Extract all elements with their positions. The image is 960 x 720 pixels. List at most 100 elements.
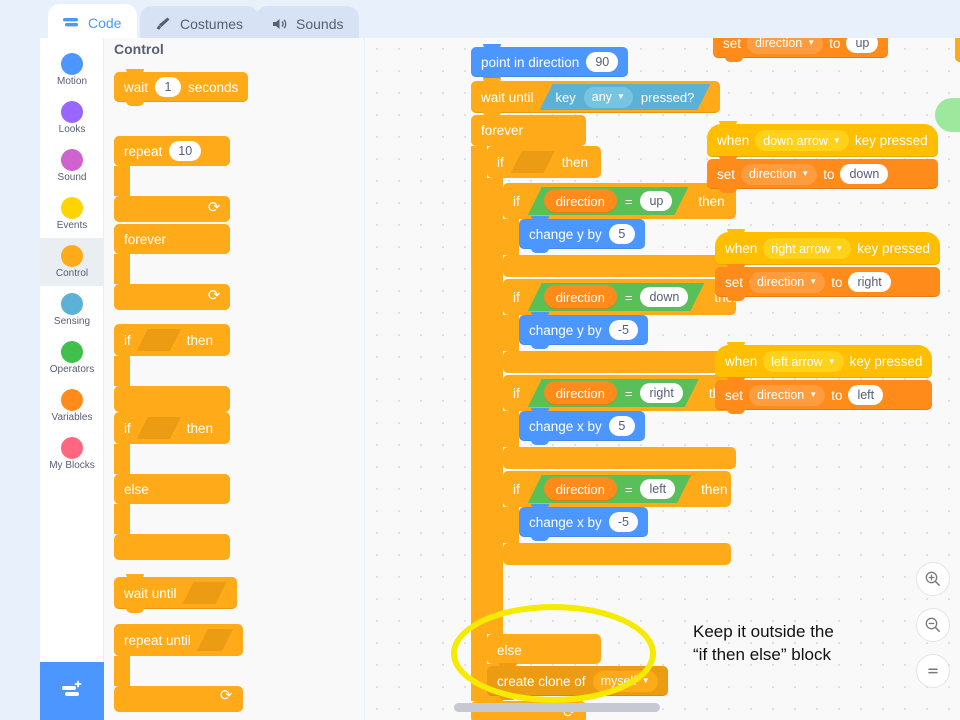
palette-block-if-then-else[interactable]: if then else bbox=[114, 412, 230, 562]
repeat-until-label-row[interactable]: repeat until bbox=[114, 625, 243, 655]
category-operators[interactable]: Operators bbox=[40, 334, 104, 382]
if-down-condition-row[interactable]: if direction = down then bbox=[503, 282, 741, 312]
compare-value-input[interactable]: right bbox=[640, 383, 682, 403]
compare-value-input[interactable]: left bbox=[640, 479, 675, 499]
key-dropdown[interactable]: left arrow ▼ bbox=[763, 351, 844, 372]
set-value-input[interactable]: down bbox=[840, 164, 889, 184]
category-sensing[interactable]: Sensing bbox=[40, 286, 104, 334]
if-label: if bbox=[124, 332, 131, 348]
if-condition-slot[interactable] bbox=[511, 151, 555, 173]
canvas-horizontal-scrollbar[interactable] bbox=[454, 703, 660, 712]
category-looks[interactable]: Looks bbox=[40, 94, 104, 142]
palette-block-wait[interactable]: wait 1 seconds bbox=[114, 69, 249, 106]
block-when-key-pressed-right[interactable]: when right arrow ▼ key pressed bbox=[715, 229, 941, 269]
block-create-clone-of[interactable]: create clone of myself ▼ bbox=[487, 663, 668, 700]
key-dropdown[interactable]: down arrow ▼ bbox=[755, 130, 849, 151]
block-set-direction-right[interactable]: set direction ▼ to right bbox=[715, 264, 941, 301]
block-clipped-right-top[interactable]: w bbox=[955, 38, 960, 62]
script-canvas[interactable]: point in direction 90 wait until key any… bbox=[366, 38, 960, 720]
zoom-reset-button[interactable] bbox=[916, 654, 950, 688]
palette-block-forever[interactable]: forever ⟲ bbox=[114, 224, 230, 314]
chevron-down-icon: ▼ bbox=[832, 135, 841, 145]
block-set-direction-down[interactable]: set direction ▼ to down bbox=[707, 156, 938, 193]
variable-direction[interactable]: direction bbox=[544, 477, 617, 501]
operator-equals-left[interactable]: direction = left bbox=[528, 475, 691, 503]
set-value-input[interactable]: up bbox=[846, 38, 879, 53]
if-condition-slot[interactable] bbox=[137, 417, 181, 439]
add-extension-button[interactable] bbox=[40, 662, 104, 720]
change-y-amount-input[interactable]: -5 bbox=[608, 320, 638, 340]
variable-label: direction bbox=[749, 167, 797, 181]
chevron-down-icon: ▼ bbox=[835, 243, 844, 253]
variable-dropdown[interactable]: direction ▼ bbox=[747, 38, 824, 54]
block-wait-until-key[interactable]: wait until key any ▼ pressed? bbox=[471, 78, 721, 117]
block-point-in-direction[interactable]: point in direction 90 bbox=[471, 44, 629, 81]
set-label: set bbox=[723, 38, 742, 51]
set-value-input[interactable]: right bbox=[848, 272, 891, 292]
forever-label: forever bbox=[124, 231, 167, 247]
block-change-y-by-down[interactable]: change y by -5 bbox=[519, 312, 648, 349]
wait-seconds-input[interactable]: 1 bbox=[155, 77, 182, 97]
if-up-condition-row[interactable]: if direction = up then bbox=[503, 186, 736, 216]
palette-block-repeat-until[interactable]: repeat until ⟲ bbox=[114, 624, 243, 714]
tab-code[interactable]: Code bbox=[48, 4, 138, 42]
palette-block-repeat[interactable]: repeat 10 ⟲ bbox=[114, 136, 230, 226]
operator-equals-down[interactable]: direction = down bbox=[528, 283, 705, 311]
category-my-blocks[interactable]: My Blocks bbox=[40, 430, 104, 478]
block-change-x-by-left[interactable]: change x by -5 bbox=[519, 504, 648, 541]
when-label: when bbox=[725, 354, 758, 369]
wait-until-label: wait until bbox=[124, 585, 177, 601]
category-variables[interactable]: Variables bbox=[40, 382, 104, 430]
change-y-amount-input[interactable]: 5 bbox=[608, 224, 635, 244]
category-events[interactable]: Events bbox=[40, 190, 104, 238]
block-change-x-by-right[interactable]: change x by 5 bbox=[519, 408, 645, 445]
compare-value-input[interactable]: down bbox=[640, 287, 688, 307]
variable-dropdown[interactable]: direction ▼ bbox=[749, 384, 826, 406]
zoom-in-button[interactable] bbox=[916, 562, 950, 596]
point-in-direction-input[interactable]: 90 bbox=[586, 52, 619, 72]
if-else-if-row[interactable]: if then bbox=[114, 413, 230, 443]
if-else-condition-row[interactable]: if then bbox=[487, 147, 601, 177]
block-key-pressed[interactable]: key any ▼ pressed? bbox=[540, 84, 711, 110]
category-motion[interactable]: Motion bbox=[40, 46, 104, 94]
repeat-times-input[interactable]: 10 bbox=[169, 141, 202, 161]
if-condition-slot[interactable] bbox=[137, 329, 181, 351]
block-set-direction-left[interactable]: set direction ▼ to left bbox=[715, 377, 933, 414]
variable-direction[interactable]: direction bbox=[544, 381, 617, 405]
palette-block-wait-until[interactable]: wait until bbox=[114, 574, 237, 613]
repeat-until-condition-slot[interactable] bbox=[197, 629, 233, 651]
category-sound[interactable]: Sound bbox=[40, 142, 104, 190]
if-then-label-row[interactable]: if then bbox=[114, 325, 230, 355]
tab-costumes[interactable]: Costumes bbox=[140, 6, 260, 42]
repeat-block-label-row[interactable]: repeat 10 bbox=[114, 136, 230, 166]
category-control[interactable]: Control bbox=[40, 238, 104, 286]
operator-equals-up[interactable]: direction = up bbox=[528, 187, 689, 215]
variable-direction[interactable]: direction bbox=[544, 285, 617, 309]
variable-dropdown[interactable]: direction ▼ bbox=[749, 271, 826, 293]
block-when-key-pressed-left[interactable]: when left arrow ▼ key pressed bbox=[715, 342, 933, 382]
operator-equals-right[interactable]: direction = right bbox=[528, 379, 699, 407]
palette-block-if-then[interactable]: if then bbox=[114, 324, 230, 414]
block-clipped-right-green[interactable]: de bbox=[935, 98, 960, 132]
key-option-dropdown[interactable]: any ▼ bbox=[584, 87, 633, 108]
chevron-down-icon: ▼ bbox=[807, 38, 816, 47]
tab-sounds[interactable]: Sounds bbox=[256, 6, 360, 42]
block-palette[interactable]: Control wait 1 seconds repeat 10 ⟲ forev… bbox=[104, 38, 365, 720]
change-x-amount-input[interactable]: -5 bbox=[608, 512, 638, 532]
key-dropdown[interactable]: right arrow ▼ bbox=[763, 238, 852, 259]
block-set-direction-up-partial[interactable]: set direction ▼ to up bbox=[713, 38, 889, 62]
block-change-y-by-up[interactable]: change y by 5 bbox=[519, 216, 645, 253]
set-value-input[interactable]: left bbox=[848, 385, 884, 405]
category-sensing-label: Sensing bbox=[53, 315, 91, 327]
forever-block-label-row[interactable]: forever bbox=[114, 224, 230, 254]
variable-dropdown[interactable]: direction ▼ bbox=[741, 163, 818, 185]
if-right-condition-row[interactable]: if direction = right then bbox=[503, 378, 736, 408]
wait-until-condition-slot[interactable] bbox=[183, 582, 227, 604]
block-when-key-pressed-down[interactable]: when down arrow ▼ key pressed bbox=[707, 121, 938, 161]
compare-value-input[interactable]: up bbox=[640, 191, 672, 211]
if-left-condition-row[interactable]: if direction = left then bbox=[503, 474, 731, 504]
variable-direction[interactable]: direction bbox=[544, 189, 617, 213]
zoom-out-button[interactable] bbox=[916, 608, 950, 642]
change-x-amount-input[interactable]: 5 bbox=[608, 416, 635, 436]
clone-target-dropdown[interactable]: myself ▼ bbox=[592, 670, 658, 692]
